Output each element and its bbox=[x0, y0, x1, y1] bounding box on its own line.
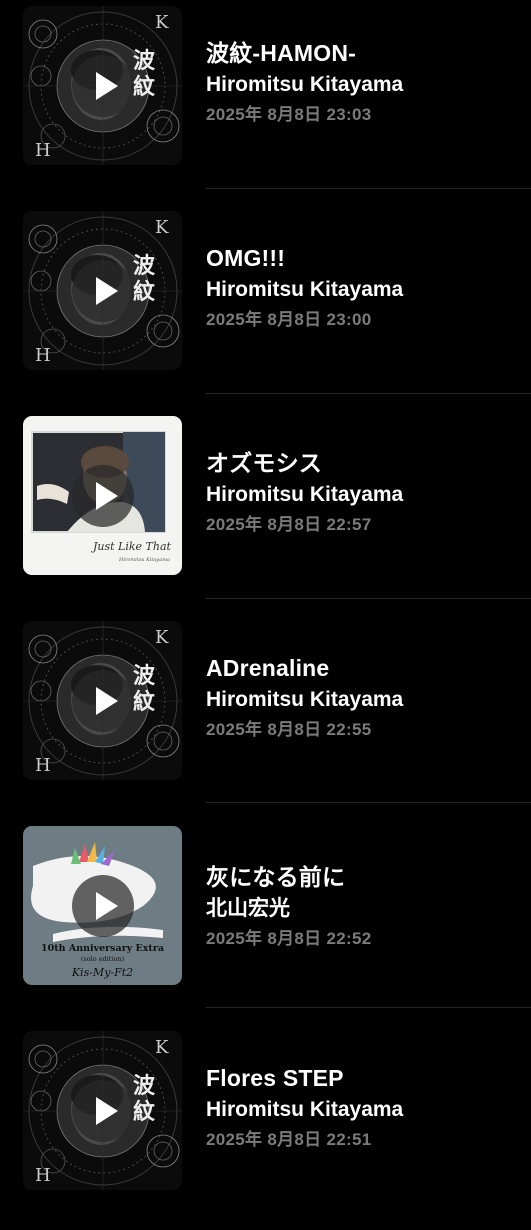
cover-letter-k: K bbox=[155, 1037, 169, 1058]
play-icon bbox=[95, 481, 118, 510]
track-meta: オズモシス Hiromitsu Kitayama 2025年 8月8日 22:5… bbox=[206, 447, 523, 539]
play-icon bbox=[95, 276, 118, 305]
track-history-list: 波 紋 K H 波紋-HAMON- Hiromitsu Kitayama 202… bbox=[0, 0, 531, 1200]
row-separator bbox=[206, 393, 531, 394]
track-played-at: 2025年 8月8日 22:52 bbox=[206, 929, 372, 948]
row-separator bbox=[206, 188, 531, 189]
play-button[interactable] bbox=[71, 1079, 134, 1142]
album-art[interactable]: 波 紋 K H bbox=[23, 6, 182, 165]
track-row[interactable]: 波 紋 K H ADrenaline Hiromitsu Kitayama 20… bbox=[0, 615, 531, 820]
cover-kanji-bottom: 紋 bbox=[133, 1099, 155, 1125]
track-artist: Hiromitsu Kitayama bbox=[206, 1098, 404, 1121]
track-title: ADrenaline bbox=[206, 655, 330, 681]
row-separator bbox=[206, 1007, 531, 1008]
play-button[interactable] bbox=[71, 669, 134, 732]
play-button[interactable] bbox=[71, 464, 134, 527]
track-meta: 灰になる前に 北山宏光 2025年 8月8日 22:52 bbox=[206, 861, 523, 953]
track-meta: ADrenaline Hiromitsu Kitayama 2025年 8月8日… bbox=[206, 652, 523, 744]
track-row[interactable]: 波 紋 K H Flores STEP Hiromitsu Kitayama 2… bbox=[0, 1025, 531, 1230]
track-title: オズモシス bbox=[206, 450, 322, 476]
track-title: 波紋-HAMON- bbox=[206, 40, 356, 66]
cover-band-name: Kis-My-Ft2 bbox=[71, 966, 133, 979]
play-icon bbox=[95, 891, 118, 920]
cover-signature: Hiromitsu Kitayama bbox=[118, 557, 170, 563]
album-art[interactable]: 波 紋 K H bbox=[23, 211, 182, 370]
cover-kanji-top: 波 bbox=[133, 1073, 156, 1099]
track-played-at: 2025年 8月8日 23:00 bbox=[206, 310, 372, 329]
track-meta: 波紋-HAMON- Hiromitsu Kitayama 2025年 8月8日 … bbox=[206, 37, 523, 129]
play-button[interactable] bbox=[71, 874, 134, 937]
play-icon bbox=[95, 1096, 118, 1125]
track-played-at: 2025年 8月8日 22:57 bbox=[206, 515, 372, 534]
cover-kanji-bottom: 紋 bbox=[133, 689, 155, 715]
cover-letter-k: K bbox=[155, 217, 169, 238]
row-separator bbox=[206, 802, 531, 803]
track-artist: Hiromitsu Kitayama bbox=[206, 483, 404, 506]
album-art[interactable]: 10th Anniversary Extra (solo edition) Ki… bbox=[23, 826, 182, 985]
track-title: OMG!!! bbox=[206, 245, 286, 271]
cover-letter-k: K bbox=[155, 12, 169, 33]
cover-letter-h: H bbox=[35, 140, 51, 161]
cover-letter-h: H bbox=[35, 1165, 51, 1186]
cover-letter-h: H bbox=[35, 345, 51, 366]
cover-kanji-top: 波 bbox=[133, 253, 156, 279]
track-title: Flores STEP bbox=[206, 1065, 344, 1091]
album-art[interactable]: Just Like That Hiromitsu Kitayama bbox=[23, 416, 182, 575]
track-played-at: 2025年 8月8日 22:51 bbox=[206, 1130, 372, 1149]
play-button[interactable] bbox=[71, 54, 134, 117]
cover-edition-line2: (solo edition) bbox=[81, 955, 125, 963]
cover-kanji-bottom: 紋 bbox=[133, 279, 155, 305]
track-played-at: 2025年 8月8日 22:55 bbox=[206, 720, 372, 739]
track-row[interactable]: 10th Anniversary Extra (solo edition) Ki… bbox=[0, 820, 531, 1025]
track-row[interactable]: 波 紋 K H 波紋-HAMON- Hiromitsu Kitayama 202… bbox=[0, 0, 531, 205]
play-button[interactable] bbox=[71, 259, 134, 322]
row-separator bbox=[206, 598, 531, 599]
track-artist: Hiromitsu Kitayama bbox=[206, 73, 404, 96]
track-row[interactable]: Just Like That Hiromitsu Kitayama オズモシス … bbox=[0, 410, 531, 615]
cover-kanji-top: 波 bbox=[133, 48, 156, 74]
play-icon bbox=[95, 686, 118, 715]
track-meta: Flores STEP Hiromitsu Kitayama 2025年 8月8… bbox=[206, 1062, 523, 1154]
track-meta: OMG!!! Hiromitsu Kitayama 2025年 8月8日 23:… bbox=[206, 242, 523, 334]
album-art[interactable]: 波 紋 K H bbox=[23, 1031, 182, 1190]
cover-script-title: Just Like That bbox=[91, 540, 172, 553]
album-art[interactable]: 波 紋 K H bbox=[23, 621, 182, 780]
track-played-at: 2025年 8月8日 23:03 bbox=[206, 105, 372, 124]
track-row[interactable]: 波 紋 K H OMG!!! Hiromitsu Kitayama 2025年 … bbox=[0, 205, 531, 410]
cover-letter-h: H bbox=[35, 755, 51, 776]
track-artist: Hiromitsu Kitayama bbox=[206, 688, 404, 711]
track-title: 灰になる前に bbox=[206, 864, 346, 890]
track-artist: Hiromitsu Kitayama bbox=[206, 278, 404, 301]
cover-letter-k: K bbox=[155, 627, 169, 648]
play-icon bbox=[95, 71, 118, 100]
cover-kanji-bottom: 紋 bbox=[133, 74, 155, 100]
track-artist: 北山宏光 bbox=[206, 897, 290, 920]
cover-edition-line1: 10th Anniversary Extra bbox=[41, 943, 164, 954]
cover-kanji-top: 波 bbox=[133, 663, 156, 689]
